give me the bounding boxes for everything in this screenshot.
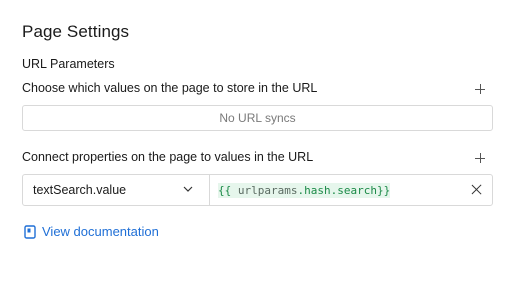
page-settings-panel: Page Settings URL Parameters Choose whic… (0, 0, 512, 286)
book-icon (24, 224, 36, 239)
page-title: Page Settings (22, 22, 130, 41)
expression-key-search: search (337, 183, 377, 197)
view-documentation-label: View documentation (42, 224, 159, 239)
clear-binding-icon[interactable] (471, 184, 482, 195)
expression-var: urlparams (237, 183, 298, 197)
url-parameters-heading: URL Parameters (22, 57, 115, 71)
view-documentation-link[interactable]: View documentation (24, 224, 159, 239)
expression-open: {{ (218, 183, 238, 197)
property-select-value: textSearch.value (33, 183, 127, 197)
expression-token: {{ urlparams.hash.search}} (218, 182, 391, 198)
expression-close: }} (376, 183, 391, 197)
connect-properties-label: Connect properties on the page to values… (22, 150, 314, 164)
add-url-sync-icon[interactable] (474, 83, 486, 95)
url-syncs-empty-state: No URL syncs (22, 105, 493, 131)
chevron-down-icon (183, 186, 193, 192)
expression-key-hash: hash (304, 183, 331, 197)
property-select[interactable]: textSearch.value (23, 175, 210, 205)
url-expression-input[interactable]: {{ urlparams.hash.search}} (210, 175, 492, 205)
add-binding-icon[interactable] (474, 152, 486, 164)
store-values-label: Choose which values on the page to store… (22, 81, 318, 95)
url-binding-row: textSearch.value {{ urlparams.hash.searc… (22, 174, 493, 206)
